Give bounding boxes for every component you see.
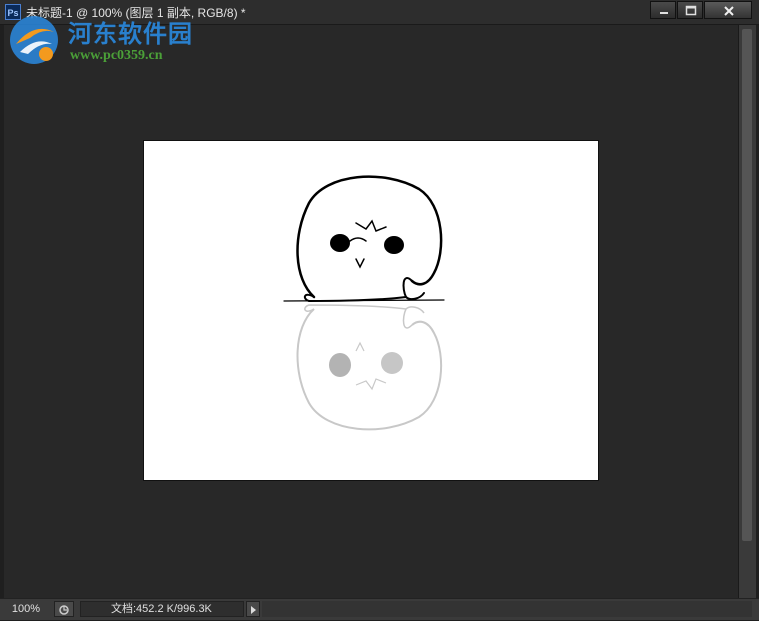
minimize-button[interactable] bbox=[650, 1, 676, 19]
maximize-button[interactable] bbox=[677, 1, 703, 19]
watermark-url: www.pc0359.cn bbox=[70, 48, 163, 63]
cartoon-character bbox=[283, 175, 445, 303]
document-size-info: 文档:452.2 K/996.3K bbox=[80, 601, 244, 617]
site-watermark: 河东软件园 www.pc0359.cn bbox=[4, 12, 214, 68]
character-reflection bbox=[296, 304, 443, 431]
scrollbar-thumb[interactable] bbox=[742, 29, 752, 541]
zoom-level[interactable]: 100% bbox=[4, 601, 48, 617]
minimize-icon bbox=[660, 12, 668, 14]
close-icon bbox=[724, 6, 734, 16]
status-expand-button[interactable] bbox=[246, 601, 260, 617]
watermark-logo-icon bbox=[10, 16, 58, 64]
status-menu-button[interactable] bbox=[54, 601, 74, 617]
document-canvas[interactable] bbox=[144, 141, 598, 480]
maximize-icon bbox=[685, 5, 697, 16]
canvas-artwork bbox=[283, 175, 445, 431]
vertical-scrollbar[interactable] bbox=[738, 25, 756, 598]
close-button[interactable] bbox=[704, 1, 752, 19]
watermark-site-name: 河东软件园 bbox=[68, 19, 193, 48]
document-status-icon bbox=[59, 605, 69, 615]
status-bar: 100% 文档:452.2 K/996.3K bbox=[0, 598, 759, 620]
horizontal-scrollbar[interactable] bbox=[262, 601, 752, 617]
play-arrow-icon bbox=[251, 606, 256, 614]
